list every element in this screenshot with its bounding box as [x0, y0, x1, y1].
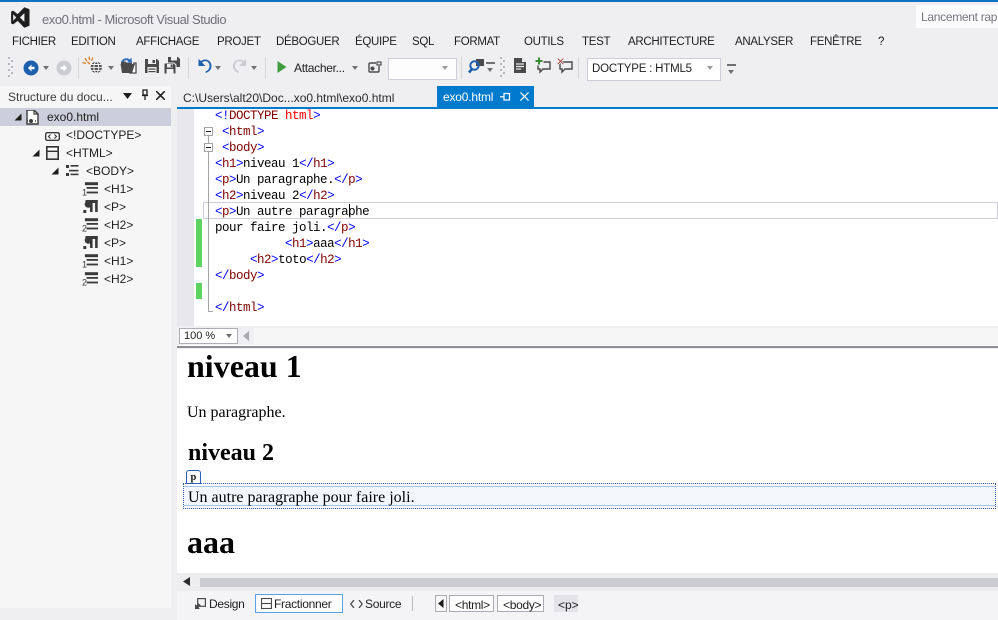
svg-text:2: 2	[82, 223, 87, 233]
svg-text:2: 2	[82, 277, 87, 287]
svg-text:1: 1	[82, 259, 87, 269]
svg-text:1: 1	[82, 187, 87, 197]
